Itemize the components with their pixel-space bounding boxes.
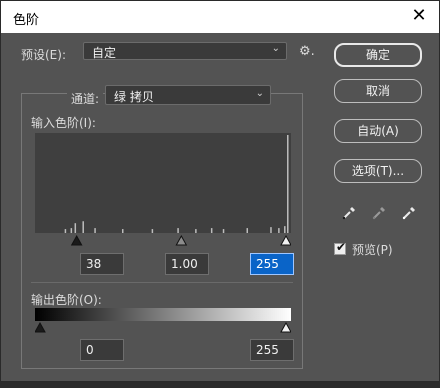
output-gradient bbox=[35, 308, 291, 321]
preset-label: 预设(E): bbox=[21, 48, 66, 62]
input-white-field[interactable]: 255 bbox=[250, 253, 294, 275]
histogram-spike bbox=[64, 229, 67, 233]
histogram-spike bbox=[82, 221, 84, 233]
histogram-spike bbox=[195, 229, 197, 233]
options-button[interactable]: 选项(T)... bbox=[334, 159, 422, 183]
window-title: 色阶 bbox=[13, 13, 40, 28]
gray-eyedropper-icon[interactable] bbox=[371, 205, 387, 221]
chevron-down-icon: ⌄ bbox=[271, 43, 280, 54]
input-gamma-field[interactable]: 1.00 bbox=[165, 253, 209, 275]
levels-dialog: 色阶 ✕ 预设(E): 自定 ⌄ ⚙. 确定 取消 自动(A) 选项(T)...… bbox=[0, 0, 440, 382]
input-gamma-handle[interactable] bbox=[175, 234, 188, 246]
output-slider-track[interactable] bbox=[35, 321, 291, 335]
cancel-button[interactable]: 取消 bbox=[334, 79, 422, 103]
histogram-spike bbox=[121, 229, 124, 233]
histogram-spike bbox=[94, 228, 96, 233]
title-bar: 色阶 ✕ bbox=[1, 1, 439, 33]
histogram-spike bbox=[246, 228, 249, 233]
input-slider-track[interactable] bbox=[35, 234, 291, 250]
histogram-spike bbox=[278, 228, 280, 233]
close-icon[interactable]: ✕ bbox=[407, 4, 431, 28]
channel-value: 绿 拷贝 bbox=[114, 90, 154, 104]
output-white-handle[interactable] bbox=[280, 321, 291, 333]
output-white-field[interactable]: 255 bbox=[250, 339, 294, 361]
checkmark-icon: ✔ bbox=[336, 240, 347, 254]
input-white-handle[interactable] bbox=[280, 234, 291, 246]
output-slider-handles[interactable] bbox=[35, 321, 291, 333]
input-black-field[interactable]: 38 bbox=[80, 253, 124, 275]
histogram-spike bbox=[74, 223, 77, 233]
input-black-handle[interactable] bbox=[70, 234, 83, 246]
histogram-spike bbox=[151, 229, 154, 233]
output-levels-label: 输出色阶(O): bbox=[31, 293, 102, 307]
histogram-spikes bbox=[64, 135, 289, 233]
output-black-field[interactable]: 0 bbox=[80, 339, 124, 361]
gear-icon[interactable]: ⚙. bbox=[299, 44, 315, 59]
input-slider-handles[interactable] bbox=[70, 234, 291, 246]
preview-label: 预览(P) bbox=[352, 243, 393, 257]
channel-select[interactable]: 绿 拷贝 ⌄ bbox=[105, 85, 271, 105]
preset-select[interactable]: 自定 ⌄ bbox=[83, 42, 287, 60]
histogram-spike bbox=[287, 135, 289, 233]
preview-checkbox[interactable]: ✔ bbox=[334, 240, 347, 255]
auto-button[interactable]: 自动(A) bbox=[334, 119, 422, 143]
input-levels-label: 输入色阶(I): bbox=[31, 116, 96, 130]
histogram-spike bbox=[270, 227, 272, 233]
histogram-spike bbox=[70, 228, 73, 233]
ok-button[interactable]: 确定 bbox=[334, 43, 422, 67]
output-black-handle[interactable] bbox=[35, 321, 46, 333]
histogram-spike bbox=[222, 229, 225, 233]
histogram bbox=[35, 133, 291, 233]
divider bbox=[31, 282, 293, 283]
black-eyedropper-icon[interactable] bbox=[341, 205, 357, 221]
preset-value: 自定 bbox=[92, 46, 117, 60]
white-eyedropper-icon[interactable] bbox=[401, 205, 417, 221]
histogram-spike bbox=[177, 228, 179, 233]
histogram-spike bbox=[210, 228, 213, 233]
channel-label: 通道: bbox=[67, 90, 104, 107]
histogram-spike bbox=[284, 226, 286, 233]
chevron-down-icon: ⌄ bbox=[255, 88, 264, 99]
